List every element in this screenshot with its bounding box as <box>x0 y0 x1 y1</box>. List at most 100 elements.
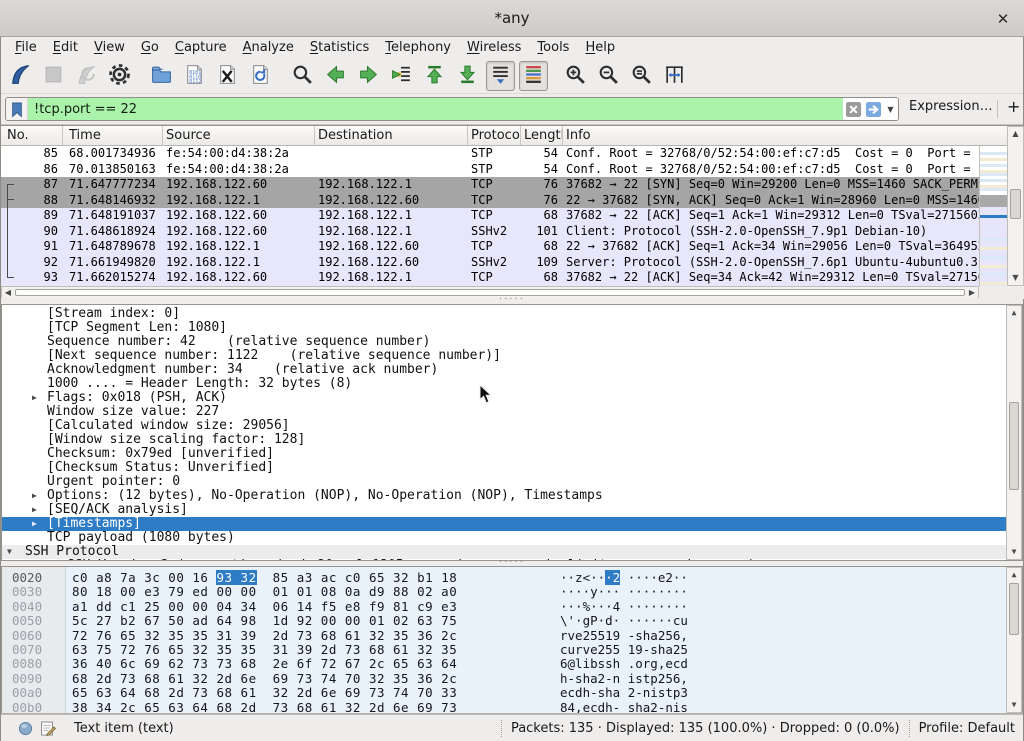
scrollbar-thumb[interactable] <box>1010 189 1021 219</box>
display-filter-input[interactable]: !tcp.port == 22 <box>28 98 843 120</box>
add-filter-button[interactable]: + <box>1007 97 1020 116</box>
menu-go[interactable]: Go <box>133 38 167 57</box>
detail-line[interactable]: Acknowledgment number: 34 (relative ack … <box>2 363 1008 377</box>
scroll-left-arrow-icon[interactable]: ◀ <box>2 287 14 298</box>
menu-wireless[interactable]: Wireless <box>459 38 529 57</box>
close-file-button[interactable] <box>213 61 242 91</box>
menu-help[interactable]: Help <box>577 38 623 57</box>
scroll-up-arrow-icon[interactable]: ▲ <box>1007 306 1021 320</box>
column-header[interactable]: Info <box>563 126 1003 145</box>
detail-line[interactable]: Urgent pointer: 0 <box>2 475 1008 489</box>
filter-clear-button[interactable] <box>843 98 863 120</box>
scroll-up-arrow-icon[interactable]: ▲ <box>1007 568 1021 582</box>
detail-line[interactable]: [Next sequence number: 1122 (relative se… <box>2 349 1008 363</box>
go-first-button[interactable] <box>420 61 449 91</box>
detail-line[interactable]: [Stream index: 0] <box>2 307 1008 321</box>
menu-file[interactable]: File <box>7 38 45 57</box>
hex-row[interactable]: 0040a1 dd c1 25 00 00 04 34 06 14 f5 e8 … <box>2 600 1008 614</box>
zoom-in-button[interactable] <box>561 61 590 91</box>
packet-row-86[interactable]: 8670.013850163fe:54:00:d4:38:2aSTP54Conf… <box>1 162 979 178</box>
bytes-vertical-scrollbar[interactable]: ▲ ▼ <box>1006 567 1022 713</box>
expander-icon[interactable]: ▶ <box>32 489 37 503</box>
capture-comment-icon[interactable] <box>40 720 57 737</box>
expander-icon[interactable]: ▼ <box>7 545 12 559</box>
details-vertical-scrollbar[interactable]: ▲ ▼ <box>1006 305 1022 560</box>
detail-line[interactable]: ▶Options: (12 bytes), No-Operation (NOP)… <box>2 489 1008 503</box>
column-header[interactable]: Destination <box>315 126 468 145</box>
reload-file-button[interactable] <box>246 61 275 91</box>
packet-row-90[interactable]: 9071.648618924192.168.122.60192.168.122.… <box>1 224 979 240</box>
expert-info-icon[interactable] <box>18 721 33 736</box>
title-bar[interactable]: *any ✕ <box>0 0 1024 37</box>
detail-line[interactable]: 1000 .... = Header Length: 32 bytes (8) <box>2 377 1008 391</box>
detail-line[interactable]: ▶[SEQ/ACK analysis] <box>2 503 1008 517</box>
detail-line[interactable]: ▶Flags: 0x018 (PSH, ACK) <box>2 391 1008 405</box>
stop-capture-button[interactable] <box>39 61 68 91</box>
scroll-right-arrow-icon[interactable]: ▶ <box>966 287 978 298</box>
zoom-original-button[interactable] <box>627 61 656 91</box>
expression-button[interactable]: Expression… <box>909 99 993 114</box>
capture-options-button[interactable] <box>105 61 134 91</box>
hex-row[interactable]: 008036 40 6c 69 62 73 73 68 2e 6f 72 67 … <box>2 657 1008 671</box>
detail-line[interactable]: [Calculated window size: 29056] <box>2 419 1008 433</box>
detail-line[interactable]: [TCP Segment Len: 1080] <box>2 321 1008 335</box>
save-file-button[interactable]: 010101100112 <box>180 61 209 91</box>
profile-status[interactable]: Profile: Default <box>919 721 1015 736</box>
expander-icon[interactable]: ▶ <box>32 503 37 517</box>
packet-row-89[interactable]: 8971.648191037192.168.122.60192.168.122.… <box>1 208 979 224</box>
go-back-button[interactable] <box>321 61 350 91</box>
packet-row-92[interactable]: 9271.661949820192.168.122.1192.168.122.6… <box>1 255 979 271</box>
hex-row[interactable]: 0020c0 a8 7a 3c 00 16 93 32 85 a3 ac c0 … <box>2 571 1008 585</box>
scrollbar-thumb[interactable] <box>1009 402 1019 490</box>
restart-capture-button[interactable] <box>72 61 101 91</box>
detail-line[interactable]: ▶[Timestamps] <box>2 517 1008 531</box>
zoom-out-button[interactable] <box>594 61 623 91</box>
menu-telephony[interactable]: Telephony <box>377 38 459 57</box>
start-capture-button[interactable] <box>6 61 35 91</box>
menu-view[interactable]: View <box>86 38 133 57</box>
go-forward-button[interactable] <box>354 61 383 91</box>
detail-line[interactable]: TCP payload (1080 bytes) <box>2 531 1008 545</box>
colorize-packets-button[interactable] <box>519 61 548 91</box>
scroll-up-arrow-icon[interactable]: ▲ <box>1008 127 1023 141</box>
filter-apply-button[interactable] <box>863 98 883 120</box>
hex-row[interactable]: 007063 75 72 76 65 32 35 35 31 39 2d 73 … <box>2 643 1008 657</box>
close-button[interactable]: ✕ <box>992 8 1014 30</box>
display-filter-field[interactable]: !tcp.port == 22 ▼ <box>5 97 899 121</box>
packet-list-vertical-scrollbar[interactable]: ▲ ▼ <box>1007 126 1024 286</box>
menu-statistics[interactable]: Statistics <box>302 38 377 57</box>
scrollbar-thumb[interactable] <box>1009 583 1019 635</box>
scroll-down-arrow-icon[interactable]: ▼ <box>1007 698 1021 712</box>
detail-line[interactable]: [Window size scaling factor: 128] <box>2 433 1008 447</box>
intelligent-scrollbar-minimap[interactable] <box>979 146 1007 286</box>
hex-row[interactable]: 00b038 34 2c 65 63 64 68 2d 73 68 61 32 … <box>2 701 1008 714</box>
hex-row[interactable]: 009068 2d 73 68 61 32 2d 6e 69 73 74 70 … <box>2 672 1008 686</box>
hex-row[interactable]: 00505c 27 b2 67 50 ad 64 98 1d 92 00 00 … <box>2 614 1008 628</box>
detail-line[interactable]: Checksum: 0x79ed [unverified] <box>2 447 1008 461</box>
column-header[interactable]: Time <box>63 126 163 145</box>
hex-row[interactable]: 00a065 63 64 68 2d 73 68 61 32 2d 6e 69 … <box>2 686 1008 700</box>
packet-row-91[interactable]: 9171.648789678192.168.122.1192.168.122.6… <box>1 239 979 255</box>
menu-tools[interactable]: Tools <box>529 38 577 57</box>
menu-edit[interactable]: Edit <box>45 38 86 57</box>
packet-row-93[interactable]: 9371.662015274192.168.122.60192.168.122.… <box>1 270 979 286</box>
packet-row-88[interactable]: 8871.648146932192.168.122.1192.168.122.6… <box>1 193 979 209</box>
expander-icon[interactable]: ▶ <box>32 517 37 531</box>
scroll-down-arrow-icon[interactable]: ▼ <box>1008 271 1023 285</box>
go-last-button[interactable] <box>453 61 482 91</box>
hex-row[interactable]: 006072 76 65 32 35 35 31 39 2d 73 68 61 … <box>2 629 1008 643</box>
open-file-button[interactable] <box>147 61 176 91</box>
detail-line[interactable]: Sequence number: 42 (relative sequence n… <box>2 335 1008 349</box>
filter-history-dropdown[interactable]: ▼ <box>883 98 898 120</box>
expander-icon[interactable]: ▶ <box>32 391 37 405</box>
find-packet-button[interactable] <box>288 61 317 91</box>
scroll-down-arrow-icon[interactable]: ▼ <box>1007 545 1021 559</box>
menu-analyze[interactable]: Analyze <box>235 38 302 57</box>
detail-line[interactable]: Window size value: 227 <box>2 405 1008 419</box>
go-to-packet-button[interactable] <box>387 61 416 91</box>
column-header[interactable]: Length <box>521 126 563 145</box>
scrollbar-thumb[interactable] <box>15 289 965 296</box>
detail-line[interactable]: [Checksum Status: Unverified] <box>2 461 1008 475</box>
column-header[interactable]: Source <box>163 126 315 145</box>
hex-row[interactable]: 003080 18 00 e3 79 ed 00 00 01 01 08 0a … <box>2 585 1008 599</box>
